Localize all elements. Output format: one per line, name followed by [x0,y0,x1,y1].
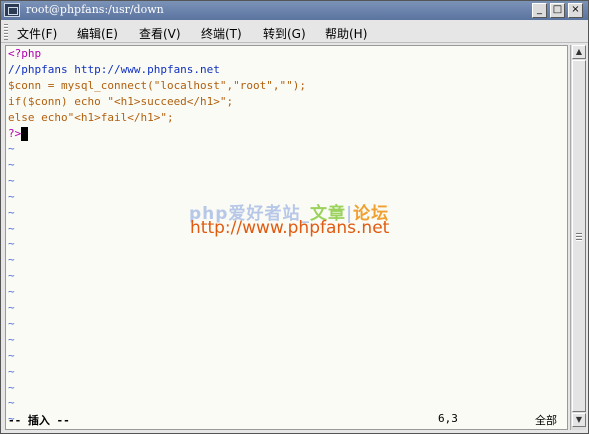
code-text: else echo"<h1>fail</h1>"; [8,111,174,124]
menu-file[interactable]: 文件(F) [17,25,57,42]
status-line: -- 插入 -- 6,3 全部 [8,412,563,428]
code-text: $conn = mysql_connect("localhost","root"… [8,79,307,92]
empty-line-tilde: ~ [8,237,15,251]
empty-line-tilde: ~ [8,157,15,171]
vertical-scrollbar[interactable]: ▲ ▼ [570,45,586,430]
code-line: //phpfans http://www.phpfans.net [8,62,220,78]
watermark-url: http://www.phpfans.net [190,218,390,238]
code-line: <?php [8,46,41,62]
code-line: $conn = mysql_connect("localhost","root"… [8,78,306,94]
scroll-scope: 全部 [535,414,557,427]
text-cursor [21,127,29,141]
empty-line-tilde: ~ [8,348,15,362]
empty-line-tilde: ~ [8,253,15,267]
empty-line-tilde: ~ [8,269,15,283]
maximize-button[interactable]: □ [550,3,565,18]
scroll-thumb[interactable] [572,60,586,412]
empty-line-tilde: ~ [8,364,15,378]
menu-terminal[interactable]: 终端(T) [201,25,242,42]
window-title: root@phpfans:/usr/down [26,3,164,16]
code-text: //phpfans http://www.phpfans.net [8,63,220,76]
terminal-editor[interactable]: <?php //phpfans http://www.phpfans.net $… [5,45,568,430]
code-text: <?php [8,47,42,60]
empty-line-tilde: ~ [8,332,15,346]
empty-line-tilde: ~ [8,205,15,219]
empty-line-tilde: ~ [8,316,15,330]
code-text: ?> [8,127,22,140]
terminal-window: root@phpfans:/usr/down _ □ × 文件(F) 编辑(E)… [0,0,589,434]
title-bar[interactable]: root@phpfans:/usr/down _ □ × [1,1,588,20]
cursor-position: 6,3 [438,412,458,425]
minimize-button[interactable]: _ [532,3,547,18]
empty-line-tilde: ~ [8,173,15,187]
empty-line-tilde: ~ [8,142,15,155]
code-line: else echo"<h1>fail</h1>"; [8,110,174,126]
scroll-down-icon[interactable]: ▼ [572,413,586,427]
empty-line-tilde: ~ [8,285,15,299]
menu-edit[interactable]: 编辑(E) [77,25,118,42]
empty-line-tilde: ~ [8,221,15,235]
menu-bar: 文件(F) 编辑(E) 查看(V) 终端(T) 转到(G) 帮助(H) [1,21,588,43]
empty-line-tilde: ~ [8,301,15,314]
terminal-icon[interactable] [4,3,20,17]
menu-go[interactable]: 转到(G) [263,25,306,42]
code-line: if($conn) echo "<h1>succeed</h1>"; [8,94,233,110]
empty-line-tilde: ~ [8,189,15,203]
empty-line-tilde: ~ [8,380,15,394]
code-text: if($conn) echo "<h1>succeed</h1>"; [8,95,234,108]
scroll-up-icon[interactable]: ▲ [572,45,586,59]
code-line: ?> [8,126,29,142]
menu-help[interactable]: 帮助(H) [325,25,367,42]
thumb-grip-icon [576,233,582,241]
menu-grip-handle[interactable] [4,24,8,40]
close-button[interactable]: × [568,3,583,18]
menu-view[interactable]: 查看(V) [139,25,181,42]
empty-line-tilde: ~ [8,396,15,410]
mode-indicator: -- 插入 -- [8,414,70,427]
